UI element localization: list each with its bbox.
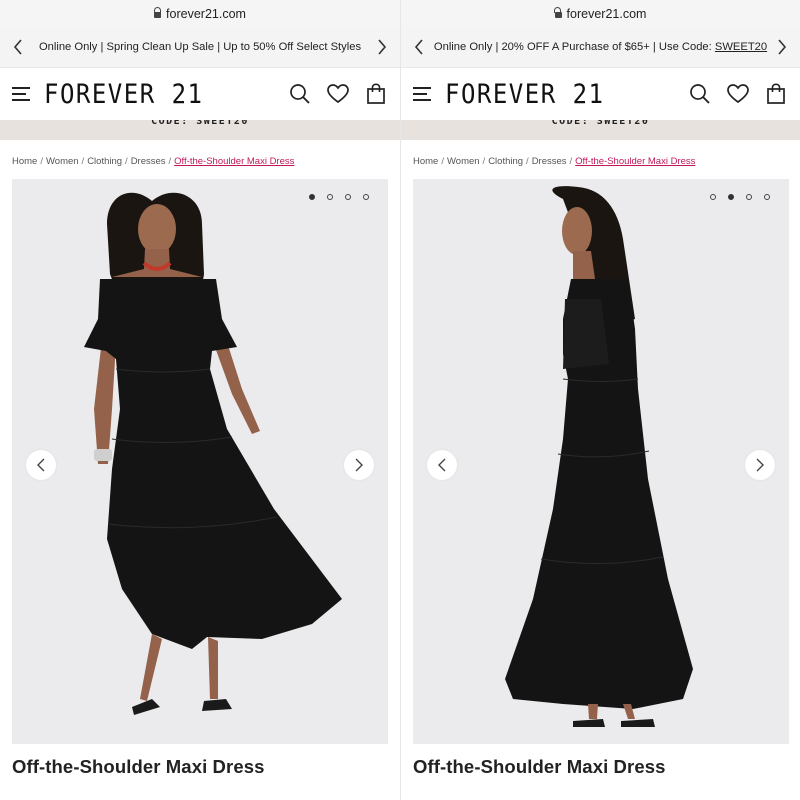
search-icon[interactable] — [688, 82, 712, 106]
chevron-left-icon — [438, 458, 446, 472]
carousel-next-button[interactable] — [745, 450, 775, 480]
url-bar[interactable]: forever21.com — [0, 0, 400, 27]
promo-prev-button[interactable] — [409, 37, 429, 57]
carousel-dot[interactable] — [710, 194, 716, 200]
promo-text[interactable]: Online Only | 20% OFF A Purchase of $65+… — [429, 41, 772, 53]
breadcrumb-current[interactable]: Off-the-Shoulder Maxi Dress — [174, 156, 294, 167]
carousel-dot[interactable] — [345, 194, 351, 200]
breadcrumb-women[interactable]: Women — [447, 156, 480, 167]
site-logo[interactable]: FOREVER 21 — [44, 78, 204, 109]
carousel-dots — [309, 194, 369, 200]
url-text: forever21.com — [566, 6, 647, 21]
promo-next-button[interactable] — [372, 37, 392, 57]
carousel-prev-button[interactable] — [26, 450, 56, 480]
promo-bar: Online Only | 20% OFF A Purchase of $65+… — [401, 27, 800, 68]
product-image-gallery[interactable] — [413, 179, 789, 744]
chevron-left-icon — [37, 458, 45, 472]
carousel-next-button[interactable] — [344, 450, 374, 480]
product-title: Off-the-Shoulder Maxi Dress — [12, 756, 265, 777]
banner-code: CODE: SWEET20 — [551, 120, 650, 127]
breadcrumb-home[interactable]: Home — [413, 156, 438, 167]
product-photo-side — [505, 186, 693, 727]
promo-banner-image[interactable]: CODE: SWEET20 — [0, 120, 400, 140]
site-header: FOREVER 21 — [0, 68, 400, 120]
breadcrumb-women[interactable]: Women — [46, 156, 79, 167]
site-header: FOREVER 21 — [401, 68, 800, 120]
promo-banner-image[interactable]: CODE: SWEET20 — [401, 120, 800, 140]
breadcrumb: Home / Women / Clothing / Dresses / Off-the-Shou… — [12, 156, 295, 167]
url-bar[interactable]: forever21.com — [401, 0, 800, 27]
carousel-dot[interactable] — [363, 194, 369, 200]
carousel-dot[interactable] — [746, 194, 752, 200]
heart-icon[interactable] — [726, 82, 750, 106]
product-title: Off-the-Shoulder Maxi Dress — [413, 756, 666, 777]
heart-icon[interactable] — [326, 82, 350, 106]
chevron-right-icon — [378, 39, 387, 55]
chevron-left-icon — [414, 39, 423, 55]
screenshot-comparison: forever21.com Online Only | Spring Clean… — [0, 0, 800, 800]
carousel-prev-button[interactable] — [427, 450, 457, 480]
chevron-right-icon — [355, 458, 363, 472]
shopping-bag-icon[interactable] — [364, 82, 388, 106]
lock-icon — [554, 6, 562, 18]
carousel-dots — [710, 194, 770, 200]
breadcrumb-current[interactable]: Off-the-Shoulder Maxi Dress — [575, 156, 695, 167]
panel-left: forever21.com Online Only | Spring Clean… — [0, 0, 400, 800]
url-text: forever21.com — [166, 6, 246, 21]
banner-code: CODE: SWEET20 — [151, 120, 249, 127]
site-logo[interactable]: FOREVER 21 — [445, 78, 605, 109]
carousel-dot[interactable] — [728, 194, 734, 200]
lock-icon — [153, 6, 162, 18]
breadcrumb: Home / Women / Clothing / Dresses / Off-the-Shou… — [413, 156, 696, 167]
panel-right: forever21.com Online Only | 20% OFF A Pu… — [400, 0, 800, 800]
chevron-left-icon — [13, 39, 22, 55]
carousel-dot[interactable] — [764, 194, 770, 200]
promo-prev-button[interactable] — [8, 37, 28, 57]
product-image-gallery[interactable] — [12, 179, 388, 744]
breadcrumb-home[interactable]: Home — [12, 156, 37, 167]
breadcrumb-dresses[interactable]: Dresses — [532, 156, 567, 167]
promo-text[interactable]: Online Only | Spring Clean Up Sale | Up … — [28, 41, 372, 53]
shopping-bag-icon[interactable] — [764, 82, 788, 106]
promo-bar: Online Only | Spring Clean Up Sale | Up … — [0, 27, 400, 68]
chevron-right-icon — [778, 39, 787, 55]
breadcrumb-clothing[interactable]: Clothing — [87, 156, 122, 167]
hamburger-menu-icon[interactable] — [413, 87, 431, 101]
promo-code[interactable]: SWEET20 — [715, 41, 767, 53]
carousel-dot[interactable] — [327, 194, 333, 200]
carousel-dot[interactable] — [309, 194, 315, 200]
product-photo-front — [84, 192, 342, 715]
chevron-right-icon — [756, 458, 764, 472]
search-icon[interactable] — [288, 82, 312, 106]
promo-next-button[interactable] — [772, 37, 792, 57]
breadcrumb-dresses[interactable]: Dresses — [131, 156, 166, 167]
breadcrumb-clothing[interactable]: Clothing — [488, 156, 523, 167]
hamburger-menu-icon[interactable] — [12, 87, 30, 101]
